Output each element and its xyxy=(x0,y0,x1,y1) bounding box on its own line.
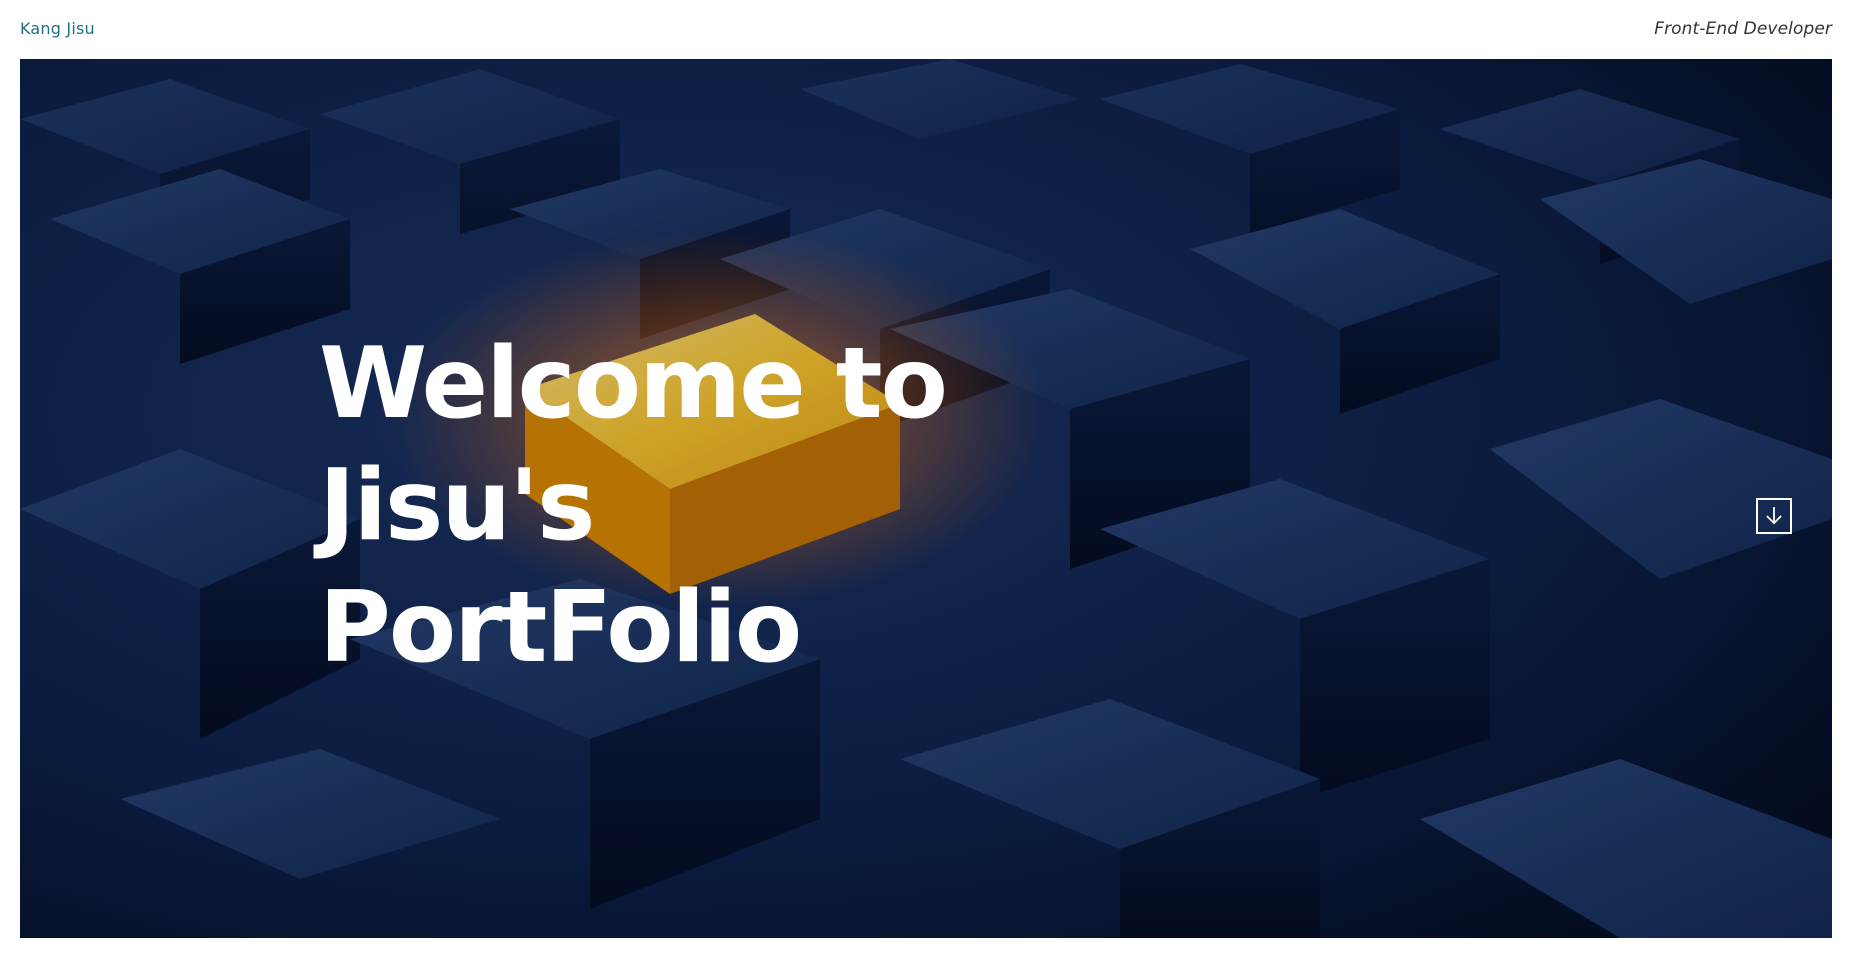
role-title: Front-End Developer xyxy=(1654,19,1832,39)
arrow-down-icon xyxy=(1766,507,1782,525)
hero-section: Welcome to Jisu's PortFolio xyxy=(20,59,1832,938)
headline-line-2: Jisu's xyxy=(319,449,595,563)
headline-line-1: Welcome to xyxy=(319,327,948,441)
brand-link[interactable]: Kang Jisu xyxy=(20,19,95,38)
top-header: Kang Jisu Front-End Developer xyxy=(0,0,1850,58)
hero-headline: Welcome to Jisu's PortFolio xyxy=(319,323,948,689)
scroll-down-button[interactable] xyxy=(1756,498,1792,534)
headline-line-3: PortFolio xyxy=(319,571,802,685)
